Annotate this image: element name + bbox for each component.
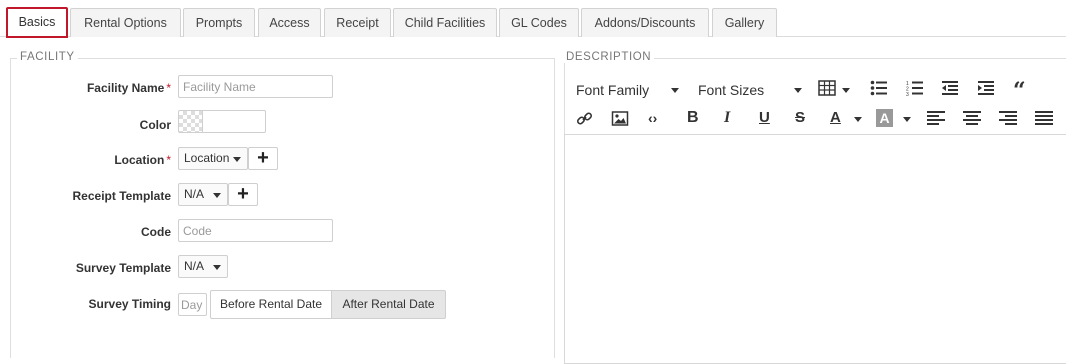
font-sizes-label: Font Sizes [698,82,765,98]
tab-addons-discounts[interactable]: Addons/Discounts [581,8,709,37]
chevron-down-icon [213,193,221,198]
survey-timing-days-input[interactable] [178,293,207,316]
justify-icon [1035,111,1053,125]
chevron-down-icon [903,117,911,122]
tab-access[interactable]: Access [258,8,321,37]
align-right-button[interactable] [999,111,1017,128]
strikethrough-icon[interactable]: S [795,109,805,126]
tab-gallery[interactable]: Gallery [712,8,777,37]
code-view-icon[interactable]: ‹› [648,110,657,126]
chevron-down-icon [794,88,802,93]
bold-icon[interactable]: B [687,109,699,127]
tab-rental-options[interactable]: Rental Options [70,8,181,37]
code-input[interactable] [178,219,333,242]
after-rental-date-button[interactable]: After Rental Date [331,290,446,319]
survey-template-select[interactable]: N/A [178,255,228,278]
unordered-list-icon [870,80,887,96]
indent-icon [978,81,994,95]
ordered-list-button[interactable]: 1 2 3 [906,80,924,99]
tab-basics[interactable]: Basics [6,7,68,38]
font-color-icon[interactable]: A [830,109,841,126]
before-rental-date-button[interactable]: Before Rental Date [210,290,332,319]
facility-name-input[interactable] [178,75,333,98]
blockquote-icon[interactable]: “ [1013,80,1026,102]
description-legend: DESCRIPTION [563,51,655,63]
chevron-down-icon [233,157,241,162]
font-family-label: Font Family [576,82,650,98]
receipt-template-value: N/A [184,187,205,201]
chevron-down-icon [854,117,862,122]
required-asterisk: * [166,81,171,95]
location-label: Location * [114,153,171,167]
survey-template-value: N/A [184,259,205,273]
chevron-down-icon [842,88,850,93]
color-input[interactable] [202,110,266,133]
tab-gl-codes[interactable]: GL Codes [499,8,579,37]
tab-child-facilities[interactable]: Child Facilities [393,8,497,37]
table-icon [818,80,836,96]
outdent-icon [942,81,958,95]
location-select[interactable]: Location [178,147,248,170]
receipt-template-label: Receipt Template [72,189,171,203]
add-location-button[interactable]: + [248,147,278,170]
add-receipt-template-button[interactable]: + [228,183,258,206]
link-button[interactable] [576,110,593,130]
facility-right-border [554,58,555,358]
description-left-border [564,58,565,134]
facility-legend: FACILITY [17,51,78,63]
outdent-button[interactable] [941,80,959,99]
link-icon [576,112,593,125]
plus-icon: + [237,183,249,205]
facility-name-label: Facility Name * [86,81,171,95]
survey-template-label: Survey Template [75,261,171,275]
tab-prompts[interactable]: Prompts [183,8,255,37]
justify-button[interactable] [1035,111,1053,128]
required-asterisk: * [166,153,171,167]
color-swatch[interactable] [178,110,202,133]
indent-button[interactable] [977,80,995,99]
highlight-color-icon[interactable]: A [876,109,893,127]
align-right-icon [999,111,1017,125]
align-left-button[interactable] [927,111,945,128]
ordered-list-icon: 1 2 3 [906,81,923,98]
color-label: Color [139,118,171,132]
tab-bar: Basics Rental Options Prompts Access Rec… [0,0,1066,38]
tab-receipt[interactable]: Receipt [324,8,391,37]
facility-legend-line [10,58,554,59]
unordered-list-button[interactable] [870,80,888,99]
description-editor[interactable] [564,134,1066,364]
code-label: Code [141,225,171,239]
chevron-down-icon [213,265,221,270]
facility-left-border [10,58,11,358]
image-button[interactable] [611,109,629,130]
receipt-template-select[interactable]: N/A [178,183,228,206]
font-sizes-dropdown[interactable]: Font Sizes [698,82,764,98]
italic-icon[interactable]: I [724,109,730,127]
location-select-value: Location [184,151,230,165]
align-center-button[interactable] [963,111,981,128]
image-icon [611,111,629,126]
svg-text:3: 3 [906,92,909,96]
font-family-dropdown[interactable]: Font Family [576,82,649,98]
survey-timing-label: Survey Timing [88,297,171,311]
align-left-icon [927,111,945,125]
underline-icon[interactable]: U [759,109,770,126]
align-center-icon [963,111,981,125]
chevron-down-icon [671,88,679,93]
plus-icon: + [257,147,269,169]
